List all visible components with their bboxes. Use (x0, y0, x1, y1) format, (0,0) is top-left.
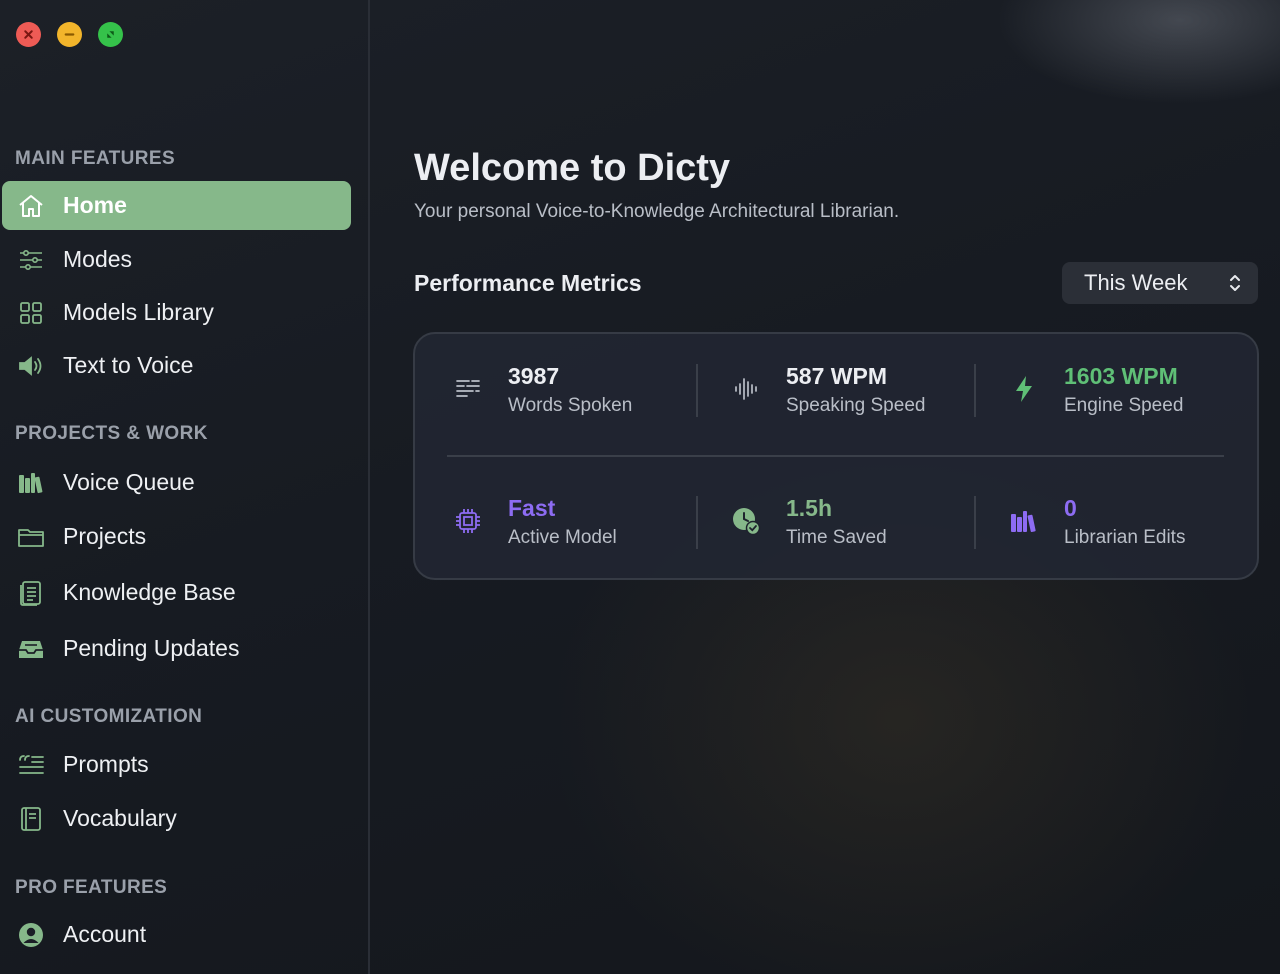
user-circle-icon (16, 920, 46, 950)
sidebar-item-voice-queue[interactable]: Voice Queue (2, 458, 351, 507)
sidebar-item-label: Prompts (63, 751, 149, 777)
metric-speaking-speed: 587 WPM Speaking Speed (730, 361, 925, 417)
speaker-icon (16, 351, 46, 381)
metric-value: 0 (1064, 495, 1077, 521)
books-icon (1008, 505, 1040, 537)
metric-label: Active Model (508, 527, 617, 548)
folder-icon (16, 522, 46, 552)
sidebar-item-label: Text to Voice (63, 352, 194, 378)
sidebar-item-label: Home (63, 192, 127, 218)
metric-label: Engine Speed (1064, 395, 1184, 416)
sidebar: MAIN FEATURES Home Modes Models Library … (0, 0, 370, 974)
metric-label: Speaking Speed (786, 395, 926, 416)
grid-icon (16, 298, 46, 328)
sidebar-item-projects[interactable]: Projects (2, 512, 351, 561)
sidebar-item-models-library[interactable]: Models Library (2, 288, 351, 337)
home-icon (16, 191, 46, 221)
period-select-value: This Week (1084, 270, 1188, 295)
metric-librarian-edits: 0 Librarian Edits (1008, 493, 1185, 549)
sidebar-item-label: Knowledge Base (63, 579, 236, 605)
sidebar-item-home[interactable]: Home (2, 181, 351, 230)
section-title-projects-work: PROJECTS & WORK (15, 423, 208, 444)
sidebar-item-label: Modes (63, 246, 133, 272)
text-lines-icon (452, 373, 484, 405)
sidebar-item-label: Pending Updates (63, 635, 240, 661)
waveform-icon (730, 373, 762, 405)
period-select[interactable]: This Week (1062, 262, 1258, 304)
sidebar-item-account[interactable]: Account (2, 910, 351, 959)
metric-engine-speed: 1603 WPM Engine Speed (1008, 361, 1183, 417)
clock-check-icon (730, 505, 762, 537)
metrics-divider (447, 455, 1224, 457)
metric-words-spoken: 3987 Words Spoken (452, 361, 632, 417)
sidebar-item-pending-updates[interactable]: Pending Updates (2, 624, 351, 673)
sliders-icon (16, 245, 46, 275)
sidebar-item-text-to-voice[interactable]: Text to Voice (2, 341, 351, 390)
sidebar-item-label: Models Library (63, 299, 214, 325)
page-subtitle: Your personal Voice-to-Knowledge Archite… (414, 201, 900, 222)
metric-value: 587 WPM (786, 363, 887, 389)
metrics-divider (974, 496, 976, 549)
performance-metrics-title: Performance Metrics (414, 270, 642, 296)
sidebar-item-label: Projects (63, 523, 147, 549)
sidebar-item-knowledge-base[interactable]: Knowledge Base (2, 568, 351, 617)
metric-value: Fast (508, 495, 556, 521)
metric-time-saved: 1.5h Time Saved (730, 493, 887, 549)
books-icon (16, 468, 46, 498)
sidebar-item-label: Account (63, 921, 147, 947)
section-title-ai-customization: AI CUSTOMIZATION (15, 706, 203, 727)
metric-label: Librarian Edits (1064, 527, 1186, 548)
bolt-icon (1008, 373, 1040, 405)
sidebar-item-vocabulary[interactable]: Vocabulary (2, 794, 351, 843)
metric-label: Words Spoken (508, 395, 633, 416)
metric-value: 3987 (508, 363, 560, 389)
section-title-main-features: MAIN FEATURES (15, 148, 176, 169)
book-icon (16, 804, 46, 834)
metrics-divider (696, 364, 698, 417)
metric-value: 1603 WPM (1064, 363, 1178, 389)
metric-value: 1.5h (786, 495, 833, 521)
metrics-divider (696, 496, 698, 549)
quote-list-icon (16, 750, 46, 780)
page-title: Welcome to Dicty (414, 147, 731, 189)
metric-active-model: Fast Active Model (452, 493, 617, 549)
sidebar-item-modes[interactable]: Modes (2, 235, 351, 284)
section-title-pro-features: PRO FEATURES (15, 877, 168, 898)
sidebar-item-label: Voice Queue (63, 469, 195, 495)
cpu-icon (452, 505, 484, 537)
document-icon (16, 578, 46, 608)
sidebar-item-label: Vocabulary (63, 805, 177, 831)
chevron-up-down-icon (1230, 275, 1240, 291)
sidebar-item-prompts[interactable]: Prompts (2, 740, 351, 789)
tray-icon (16, 634, 46, 664)
metric-label: Time Saved (786, 527, 887, 548)
metrics-divider (974, 364, 976, 417)
